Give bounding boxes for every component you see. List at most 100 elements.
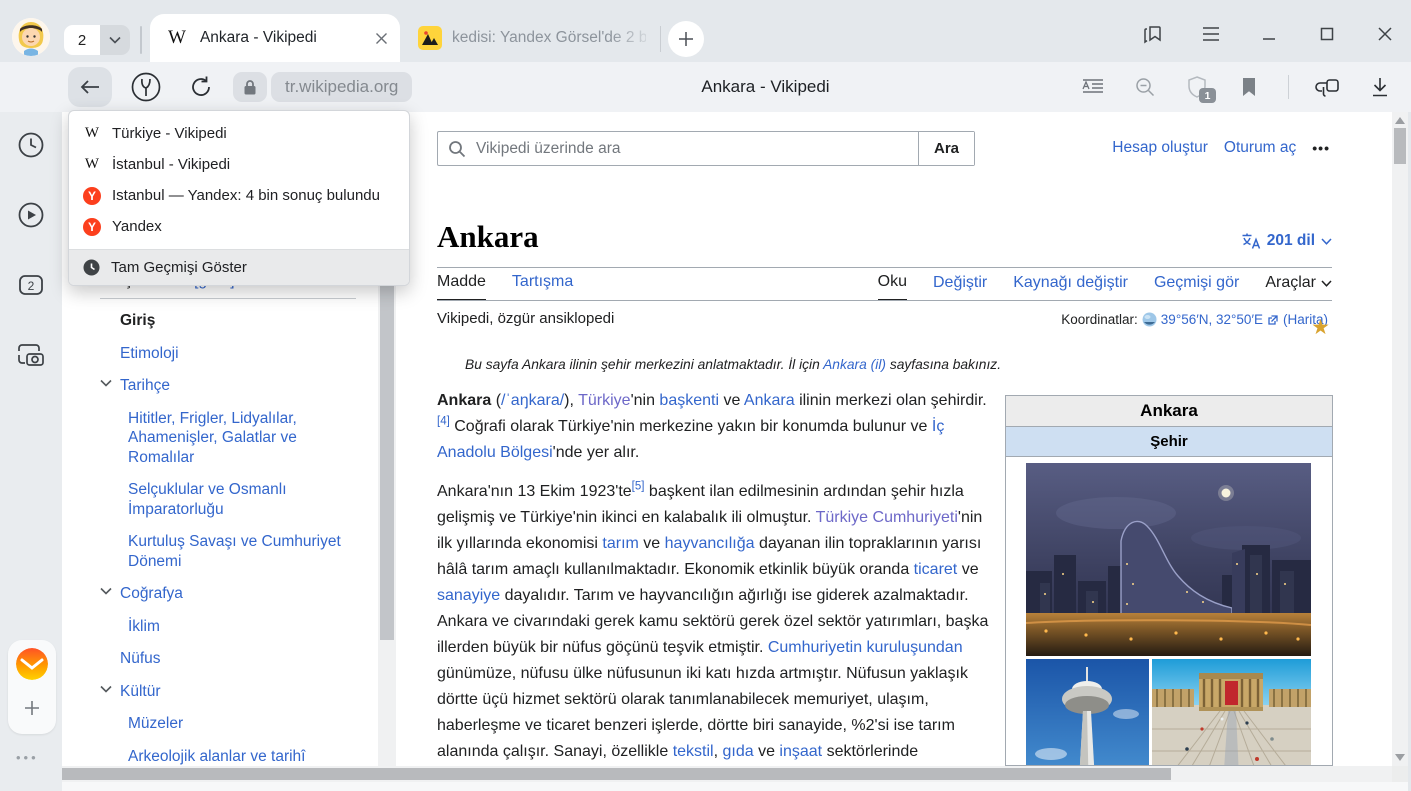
collections-icon [1141,23,1165,45]
lock-icon [243,79,257,96]
page-horizontal-scrollbar[interactable] [62,766,1392,782]
new-tab-button[interactable] [668,21,704,57]
wiki-search-box: Ara [437,131,975,166]
yandex-mail-button[interactable] [16,648,48,680]
coordinates-value[interactable]: 39°56′N, 32°50′E [1161,312,1263,327]
external-link-icon [1267,314,1279,326]
toc-item-kultur[interactable]: Kültür [100,682,362,702]
featured-article-star-icon[interactable]: ★ [1311,315,1330,340]
vertical-scrollbar-thumb[interactable] [1394,128,1406,164]
tab-kaynagi-degistir[interactable]: Kaynağı değiştir [1013,274,1128,300]
toc-scrollbar-thumb[interactable] [380,276,394,640]
site-security-button[interactable] [233,72,267,102]
login-link[interactable]: Oturum aç [1224,139,1296,157]
passwords-button[interactable] [1315,74,1341,100]
toc-item-tarihce[interactable]: Tarihçe [100,376,362,396]
toc-item-giris[interactable]: Giriş [100,311,362,331]
plus-icon [678,31,694,47]
toc-item-nufus[interactable]: Nüfus [100,649,362,669]
screenshot-button[interactable] [14,338,48,372]
history-item-istanbul-vikipedi[interactable]: W İstanbul - Vikipedi [69,149,409,180]
article-tabs-left: Madde Tartışma [437,273,573,301]
bookmark-page-button[interactable] [1236,74,1262,100]
tab-oku[interactable]: Oku [878,273,907,301]
toc-item-kurtulus[interactable]: Kurtuluş Savaşı ve Cumhuriyet Dönemi [100,532,362,571]
downloads-button[interactable] [1367,74,1393,100]
reload-button[interactable] [184,70,218,104]
minimize-button[interactable] [1257,22,1281,46]
tabs-panel-button[interactable]: 2 [14,268,48,302]
wiki-search-input[interactable] [476,140,918,158]
scroll-down-arrow[interactable] [1395,754,1405,761]
language-selector[interactable]: 201 dil [1241,232,1332,250]
add-widget-button[interactable] [16,692,48,724]
maximize-button[interactable] [1315,22,1339,46]
toc-item-muzeler[interactable]: Müzeler [100,714,362,734]
browser-tab-bar: 2 W Ankara - Vikipedi kedisi: Yandex Gör… [0,0,1411,62]
history-clock-icon [83,259,100,276]
reader-mode-button[interactable] [1080,74,1106,100]
toc-item-hititler[interactable]: Hititler, Frigler, Lidyalılar, Ahamenişl… [100,409,362,468]
paragraph-intro: Ankara (/ˈaŋkara/), Türkiye'nin başkenti… [437,388,997,466]
paragraph-history: Ankara'nın 13 Ekim 1923'te[5] başkent il… [437,479,997,791]
tab-group-count[interactable]: 2 [64,25,100,55]
hamburger-menu-icon [1201,26,1221,42]
profile-avatar[interactable] [12,18,50,56]
browser-window: 2 W Ankara - Vikipedi kedisi: Yandex Gör… [0,0,1411,791]
chevron-down-icon[interactable] [100,587,112,595]
infobox-type: Şehir [1006,427,1332,457]
toc-scrollbar[interactable] [378,272,396,766]
tab-araclar[interactable]: Araçlar [1265,274,1332,300]
toolbar-page-title[interactable]: Ankara - Vikipedi [430,62,1101,112]
toc-item-etimoloji[interactable]: Etimoloji [100,344,362,364]
toc-divider [100,298,356,299]
close-window-button[interactable] [1373,22,1397,46]
chevron-down-icon[interactable] [100,379,112,387]
toolbar-separator [1288,75,1289,99]
scroll-up-arrow[interactable] [1395,117,1405,124]
tab-kedisi-yandex-gorsel[interactable]: kedisi: Yandex Görsel'de 2 b [404,14,656,62]
tab-gecmisi-gor[interactable]: Geçmişi gör [1154,274,1239,300]
wikipedia-favicon: W [83,125,101,143]
back-button[interactable] [68,67,112,107]
toc-item-iklim[interactable]: İklim [100,617,362,637]
toc-item-cografya[interactable]: Coğrafya [100,584,362,604]
tab-group-counter[interactable]: 2 [64,25,130,55]
infobox-photo-cityscape-night[interactable] [1026,463,1311,656]
sidebar-more-button[interactable]: ••• [16,750,39,765]
infobox-photo-atakule-tower[interactable] [1026,659,1149,766]
address-bar[interactable]: tr.wikipedia.org [271,72,412,102]
toc-item-selcuklular[interactable]: Selçuklular ve Osmanlı İmparatorluğu [100,480,362,519]
create-account-link[interactable]: Hesap oluştur [1112,139,1208,157]
article-body: Bu sayfa Ankara ilinin şehir merkezini a… [437,355,997,791]
yandex-home-button[interactable] [128,70,164,104]
tab-degistir[interactable]: Değiştir [933,274,987,300]
history-clock-icon [16,130,46,160]
page-vertical-scrollbar[interactable] [1392,112,1408,766]
tab-group-chevron[interactable] [100,25,130,55]
account-more-button[interactable]: ••• [1312,140,1330,156]
tab-ankara-vikipedi[interactable]: W Ankara - Vikipedi [150,14,400,62]
history-item-istanbul-yandex[interactable]: Y Istanbul — Yandex: 4 bin sonuç bulundu [69,180,409,211]
history-item-turkiye[interactable]: W Türkiye - Vikipedi [69,118,409,149]
history-button[interactable] [14,128,48,162]
chevron-down-icon[interactable] [100,685,112,693]
menu-button[interactable] [1199,22,1223,46]
wiki-search-button[interactable]: Ara [918,132,974,165]
collections-button[interactable] [1141,22,1165,46]
back-arrow-icon [79,78,101,96]
infobox-photo-anitkabir[interactable] [1152,659,1311,766]
protect-shield-button[interactable]: 1 [1184,74,1210,100]
tab-tartisma[interactable]: Tartışma [512,273,573,301]
zoom-page-button[interactable] [1132,74,1158,100]
horizontal-scrollbar-thumb[interactable] [62,768,1171,780]
close-tab-icon[interactable] [375,32,388,45]
page-bottom-strip [62,782,1408,791]
video-button[interactable] [14,198,48,232]
coordinates: Koordinatlar: 39°56′N, 32°50′E (Harita) [1061,312,1328,327]
minimize-icon [1260,25,1278,43]
history-item-yandex[interactable]: Y Yandex [69,211,409,242]
article-tabs-right: Oku Değiştir Kaynağı değiştir Geçmişi gö… [878,273,1332,301]
show-full-history-button[interactable]: Tam Geçmişi Göster [69,249,409,285]
tab-madde[interactable]: Madde [437,273,486,301]
